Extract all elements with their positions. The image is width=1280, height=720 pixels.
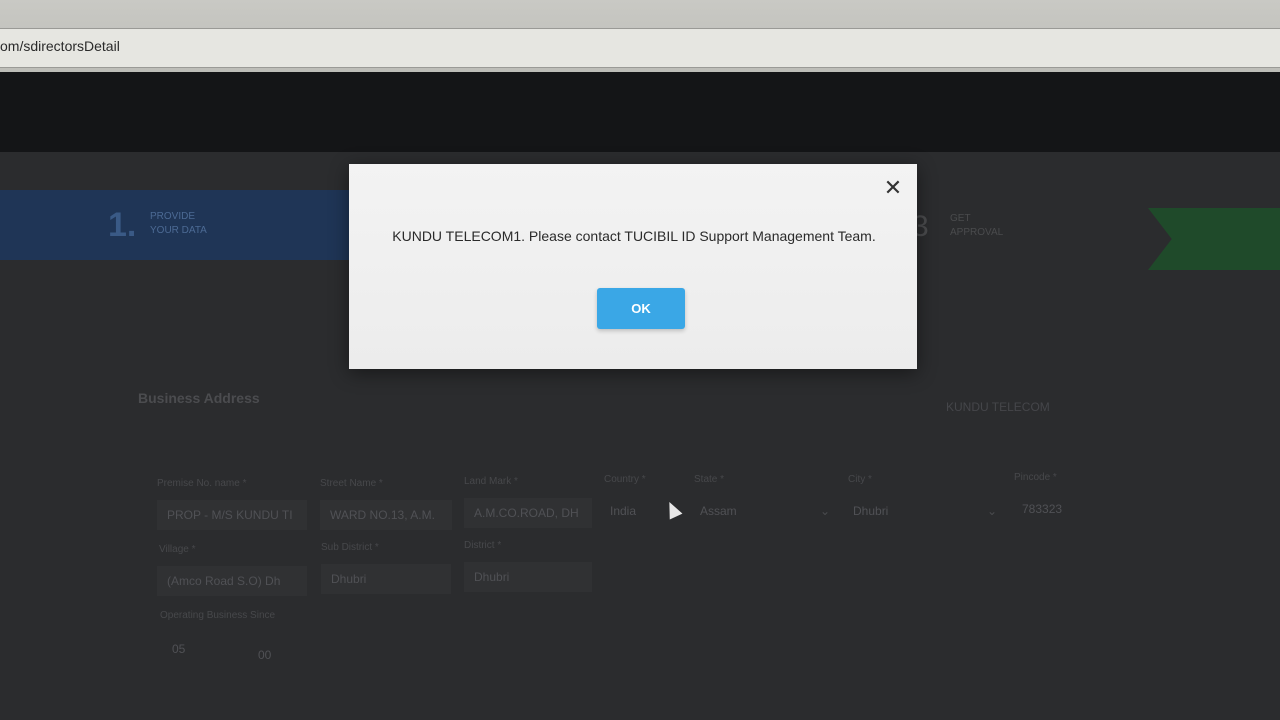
street-input[interactable]: WARD NO.13, A.M. bbox=[320, 500, 452, 530]
chevron-down-icon: ⌄ bbox=[819, 504, 830, 518]
country-value: India bbox=[610, 504, 637, 518]
step-label: PROVIDE YOUR DATA bbox=[150, 211, 207, 236]
chevron-down-icon: ⌄ bbox=[986, 504, 997, 518]
step-label: GET APPROVAL bbox=[950, 213, 1004, 238]
pincode-label: Pincode * bbox=[1014, 472, 1057, 483]
city-select[interactable]: Dhubri ⌄ bbox=[843, 496, 1003, 526]
step-provide-data: 1. PROVIDE YOUR DATA bbox=[0, 190, 360, 260]
city-label: City * bbox=[848, 474, 872, 485]
village-label: Village * bbox=[159, 544, 196, 555]
district-label: District * bbox=[464, 540, 502, 551]
landmark-label: Land Mark * bbox=[464, 476, 518, 487]
app-header bbox=[0, 72, 1280, 152]
address-bar[interactable] bbox=[0, 28, 1280, 68]
country-label: Country * bbox=[604, 474, 646, 485]
city-value: Dhubri bbox=[853, 504, 889, 518]
browser-toolbar: om/sdirectorsDetail bbox=[0, 0, 1280, 72]
alert-dialog: ✕ KUNDU TELECOM1. Please contact TUCIBIL… bbox=[349, 164, 917, 369]
premise-input[interactable]: PROP - M/S KUNDU TI bbox=[157, 500, 307, 530]
operating-since-years[interactable]: 05 bbox=[162, 634, 222, 664]
subdistrict-input[interactable]: Dhubri bbox=[321, 564, 451, 594]
district-input[interactable]: Dhubri bbox=[464, 562, 592, 592]
landmark-input[interactable]: A.M.CO.ROAD, DH bbox=[464, 498, 592, 528]
state-value: Assam bbox=[700, 504, 737, 518]
village-select[interactable]: (Amco Road S.O) Dh bbox=[157, 566, 307, 596]
section-title: Business Address bbox=[138, 390, 260, 406]
dialog-message: KUNDU TELECOM1. Please contact TUCIBIL I… bbox=[392, 228, 876, 244]
address-bar-url[interactable]: om/sdirectorsDetail bbox=[0, 38, 120, 54]
pincode-input[interactable]: 783323 bbox=[1012, 494, 1112, 524]
company-name: KUNDU TELECOM bbox=[946, 400, 1050, 414]
premise-label: Premise No. name * bbox=[157, 478, 247, 489]
state-select[interactable]: Assam ⌄ bbox=[690, 496, 836, 526]
operating-since-label: Operating Business Since bbox=[160, 610, 276, 621]
close-icon[interactable]: ✕ bbox=[881, 176, 905, 200]
ok-button[interactable]: OK bbox=[597, 288, 685, 329]
street-label: Street Name * bbox=[320, 478, 383, 489]
state-label: State * bbox=[694, 474, 725, 485]
subdistrict-label: Sub District * bbox=[321, 542, 379, 553]
step-number: 1. bbox=[108, 206, 137, 244]
step-complete bbox=[1148, 208, 1280, 270]
operating-since-months[interactable]: 00 bbox=[248, 640, 308, 670]
